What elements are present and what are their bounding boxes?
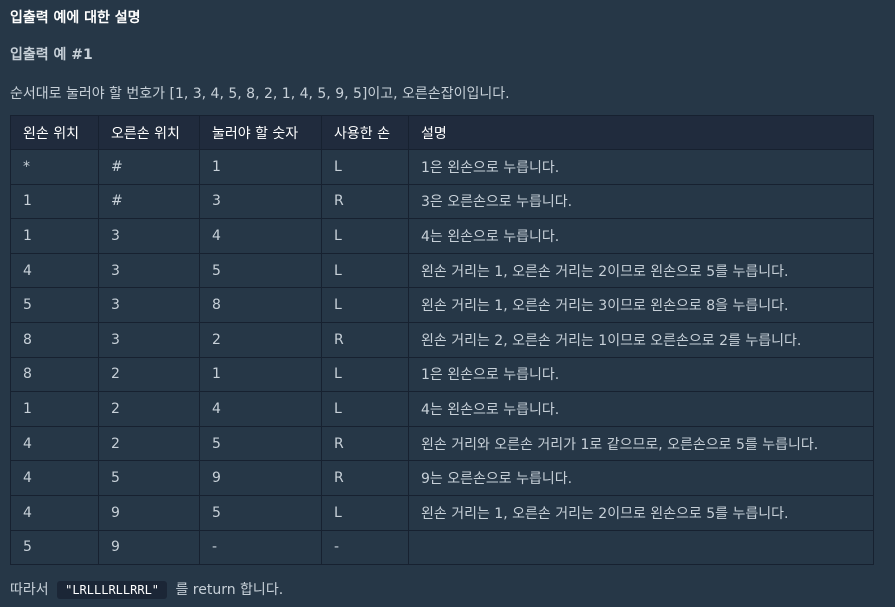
cell-hand: L (321, 252, 409, 289)
cell-explanation: 3은 오른손으로 누릅니다. (408, 183, 874, 220)
table-row: 8 2 1 L 1은 왼손으로 누릅니다. (10, 356, 874, 393)
table-row: 5 3 8 L 왼손 거리는 1, 오른손 거리는 3이므로 왼손으로 8을 누… (10, 287, 874, 323)
example-description: 순서대로 눌러야 할 번호가 [1, 3, 4, 5, 8, 2, 1, 4, … (10, 86, 510, 102)
cell-explanation: 4는 왼손으로 누릅니다. (408, 391, 874, 427)
cell-explanation: 왼손 거리는 2, 오른손 거리는 1이므로 오른손으로 2를 누릅니다. (408, 321, 874, 358)
cell-explanation (408, 529, 874, 566)
cell-left-hand: 1 (10, 183, 99, 220)
table-row: 4 2 5 R 왼손 거리와 오른손 거리가 1로 같으므로, 오른손으로 5를… (10, 425, 874, 462)
cell-hand: - (321, 529, 409, 566)
cell-explanation: 왼손 거리는 1, 오른손 거리는 2이므로 왼손으로 5를 누릅니다. (408, 252, 874, 289)
cell-number: 2 (199, 321, 322, 358)
cell-hand: R (321, 183, 409, 220)
cell-explanation: 9는 오른손으로 누릅니다. (408, 460, 874, 496)
cell-explanation: 4는 왼손으로 누릅니다. (408, 218, 874, 254)
example-title: 입출력 예 #1 (10, 47, 93, 63)
footer-suffix: 를 return 합니다. (175, 582, 284, 599)
table-row: 1 3 4 L 4는 왼손으로 누릅니다. (10, 218, 874, 254)
cell-explanation: 1은 왼손으로 누릅니다. (408, 356, 874, 393)
cell-right-hand: # (98, 183, 200, 220)
cell-left-hand: 8 (10, 356, 99, 393)
cell-number: 4 (199, 218, 322, 254)
cell-left-hand: 4 (10, 425, 99, 462)
cell-right-hand: 5 (98, 460, 200, 496)
cell-hand: R (321, 460, 409, 496)
header-hand-used: 사용한 손 (321, 115, 409, 150)
cell-right-hand: 3 (98, 287, 200, 323)
cell-left-hand: 8 (10, 321, 99, 358)
footer-prefix: 따라서 (10, 582, 49, 599)
cell-explanation: 1은 왼손으로 누릅니다. (408, 149, 874, 185)
header-number-to-press: 눌러야 할 숫자 (199, 115, 322, 150)
cell-left-hand: * (10, 149, 99, 185)
cell-hand: L (321, 287, 409, 323)
table-row: 4 9 5 L 왼손 거리는 1, 오른손 거리는 2이므로 왼손으로 5를 누… (10, 494, 874, 531)
header-left-hand-position: 왼손 위치 (10, 115, 99, 150)
cell-number: 3 (199, 183, 322, 220)
cell-right-hand: 3 (98, 252, 200, 289)
header-explanation: 설명 (408, 115, 874, 150)
cell-left-hand: 1 (10, 391, 99, 427)
table-row: 4 3 5 L 왼손 거리는 1, 오른손 거리는 2이므로 왼손으로 5를 누… (10, 252, 874, 289)
cell-explanation: 왼손 거리는 1, 오른손 거리는 3이므로 왼손으로 8을 누릅니다. (408, 287, 874, 323)
table-row: 5 9 - - (10, 529, 874, 566)
cell-hand: L (321, 356, 409, 393)
cell-left-hand: 5 (10, 287, 99, 323)
cell-left-hand: 5 (10, 529, 99, 566)
cell-number: 4 (199, 391, 322, 427)
cell-number: 5 (199, 252, 322, 289)
cell-right-hand: 9 (98, 494, 200, 531)
cell-hand: R (321, 321, 409, 358)
cell-number: 1 (199, 356, 322, 393)
table-row: * # 1 L 1은 왼손으로 누릅니다. (10, 149, 874, 185)
table-row: 1 2 4 L 4는 왼손으로 누릅니다. (10, 391, 874, 427)
table-row: 8 3 2 R 왼손 거리는 2, 오른손 거리는 1이므로 오른손으로 2를 … (10, 321, 874, 358)
cell-hand: L (321, 494, 409, 531)
cell-right-hand: 2 (98, 356, 200, 393)
io-table: 왼손 위치 오른손 위치 눌러야 할 숫자 사용한 손 설명 * # 1 L 1… (10, 115, 874, 566)
cell-right-hand: 3 (98, 321, 200, 358)
cell-explanation: 왼손 거리와 오른손 거리가 1로 같으므로, 오른손으로 5를 누릅니다. (408, 425, 874, 462)
table-header-row: 왼손 위치 오른손 위치 눌러야 할 숫자 사용한 손 설명 (10, 115, 874, 150)
table-row: 1 # 3 R 3은 오른손으로 누릅니다. (10, 183, 874, 220)
cell-explanation: 왼손 거리는 1, 오른손 거리는 2이므로 왼손으로 5를 누릅니다. (408, 494, 874, 531)
cell-number: - (199, 529, 322, 566)
table-row: 4 5 9 R 9는 오른손으로 누릅니다. (10, 460, 874, 496)
cell-hand: L (321, 391, 409, 427)
cell-hand: L (321, 218, 409, 254)
cell-right-hand: # (98, 149, 200, 185)
section-title: 입출력 예에 대한 설명 (10, 10, 141, 26)
cell-number: 5 (199, 425, 322, 462)
cell-right-hand: 3 (98, 218, 200, 254)
cell-right-hand: 2 (98, 425, 200, 462)
cell-right-hand: 9 (98, 529, 200, 566)
return-value-code: "LRLLLRLLRRL" (57, 581, 168, 600)
cell-left-hand: 4 (10, 494, 99, 531)
header-right-hand-position: 오른손 위치 (98, 115, 200, 150)
cell-left-hand: 1 (10, 218, 99, 254)
cell-number: 1 (199, 149, 322, 185)
return-statement: 따라서 "LRLLLRLLRRL" 를 return 합니다. (10, 580, 895, 600)
problem-explanation: 입출력 예에 대한 설명 입출력 예 #1 순서대로 눌러야 할 번호가 [1,… (0, 0, 895, 607)
cell-left-hand: 4 (10, 252, 99, 289)
cell-hand: R (321, 425, 409, 462)
cell-number: 8 (199, 287, 322, 323)
cell-hand: L (321, 149, 409, 185)
cell-number: 5 (199, 494, 322, 531)
cell-number: 9 (199, 460, 322, 496)
cell-left-hand: 4 (10, 460, 99, 496)
cell-right-hand: 2 (98, 391, 200, 427)
